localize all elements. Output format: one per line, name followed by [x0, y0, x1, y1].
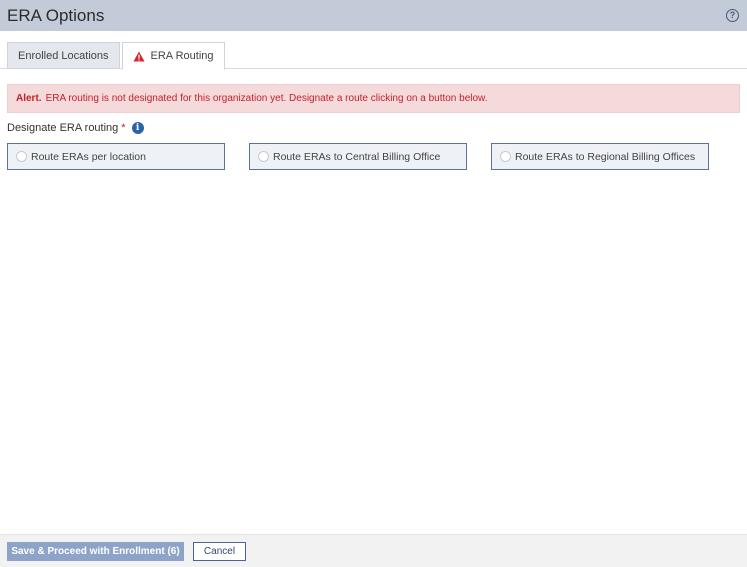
required-mark: *	[121, 122, 126, 134]
warning-triangle-icon	[133, 51, 145, 61]
save-proceed-button[interactable]: Save & Proceed with Enrollment (6)	[7, 542, 184, 561]
tab-enrolled-locations[interactable]: Enrolled Locations	[7, 42, 120, 69]
alert-banner: Alert. ERA routing is not designated for…	[7, 84, 740, 113]
cancel-button[interactable]: Cancel	[193, 542, 246, 561]
help-icon[interactable]: ?	[726, 9, 739, 22]
radio-circle-icon[interactable]	[16, 151, 27, 162]
route-regional-billing-option[interactable]: Route ERAs to Regional Billing Offices	[491, 143, 709, 170]
radio-circle-icon[interactable]	[258, 151, 269, 162]
tab-label: ERA Routing	[150, 50, 214, 62]
route-per-location-option[interactable]: Route ERAs per location	[7, 143, 225, 170]
alert-title: Alert.	[16, 93, 42, 104]
tab-bar: Enrolled Locations ERA Routing	[7, 42, 227, 70]
routing-label-text: Designate ERA routing	[7, 122, 119, 134]
page-title: ERA Options	[7, 5, 105, 25]
page-header: ERA Options ?	[0, 0, 747, 31]
routing-field-label: Designate ERA routing * i	[7, 122, 144, 134]
tab-era-routing[interactable]: ERA Routing	[121, 42, 225, 70]
alert-message: ERA routing is not designated for this o…	[45, 93, 488, 104]
tab-label: Enrolled Locations	[18, 49, 109, 62]
radio-circle-icon[interactable]	[500, 151, 511, 162]
route-central-billing-option[interactable]: Route ERAs to Central Billing Office	[249, 143, 467, 170]
info-icon[interactable]: i	[131, 122, 144, 134]
option-label: Route ERAs to Regional Billing Offices	[515, 150, 696, 163]
option-label: Route ERAs to Central Billing Office	[273, 150, 441, 163]
option-label: Route ERAs per location	[31, 150, 146, 163]
